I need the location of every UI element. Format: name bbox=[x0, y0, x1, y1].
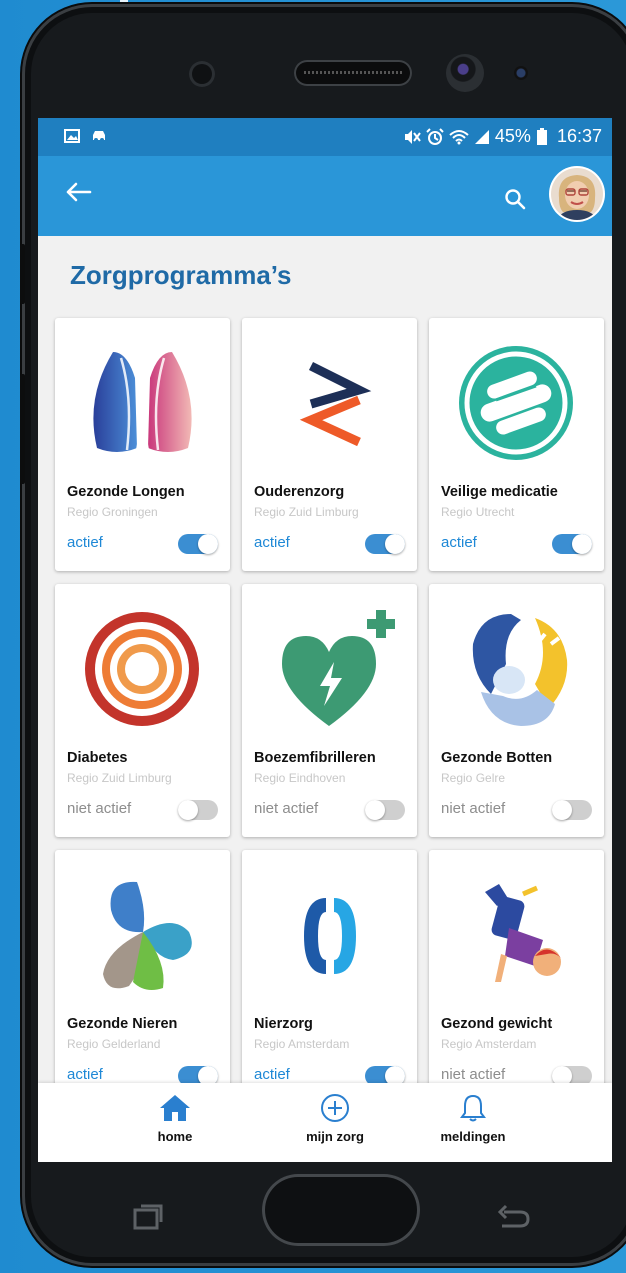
nav-label: home bbox=[157, 1129, 193, 1144]
program-card-diabetes[interactable]: Diabetes Regio Zuid Limburg niet actief bbox=[55, 584, 230, 837]
program-toggle[interactable] bbox=[365, 800, 405, 820]
user-avatar-icon bbox=[551, 168, 603, 220]
program-region: Regio Amsterdam bbox=[441, 1037, 537, 1051]
program-status: actief bbox=[254, 1066, 290, 1083]
status-left-icons bbox=[64, 127, 108, 145]
toggle-knob bbox=[385, 534, 405, 554]
program-title: Diabetes bbox=[67, 750, 128, 766]
program-status: niet actief bbox=[441, 800, 506, 817]
program-card-gezonde-nieren[interactable]: Gezonde Nieren Regio Gelderland actief bbox=[55, 850, 230, 1103]
program-region: Regio Gelre bbox=[441, 771, 506, 785]
car-icon bbox=[93, 130, 106, 142]
app-bar bbox=[38, 156, 612, 236]
nav-label: meldingen bbox=[440, 1129, 506, 1144]
wifi-icon bbox=[449, 130, 469, 145]
program-title: Gezonde Botten bbox=[441, 750, 553, 766]
nav-home[interactable]: home bbox=[120, 1093, 230, 1144]
program-title: Boezemfibrilleren bbox=[254, 750, 376, 766]
volume-rocker[interactable] bbox=[20, 374, 25, 484]
signal-icon bbox=[474, 130, 489, 145]
toggle-knob bbox=[552, 800, 572, 820]
front-camera bbox=[446, 54, 484, 92]
image-icon bbox=[64, 128, 80, 143]
program-status: actief bbox=[254, 534, 290, 551]
target-icon bbox=[85, 612, 199, 726]
program-region: Regio Groningen bbox=[67, 505, 158, 519]
program-title: Gezonde Longen bbox=[67, 484, 185, 500]
program-title: Ouderenzorg bbox=[254, 484, 345, 500]
toggle-knob bbox=[198, 534, 218, 554]
earpiece-speaker bbox=[294, 60, 412, 86]
program-region: Regio Amsterdam bbox=[254, 1037, 350, 1051]
program-region: Regio Eindhoven bbox=[254, 771, 346, 785]
proximity-sensor bbox=[189, 61, 215, 87]
program-title: Veilige medicatie bbox=[441, 484, 558, 500]
toggle-knob bbox=[178, 800, 198, 820]
nav-mijn-zorg[interactable]: mijn zorg bbox=[280, 1093, 390, 1144]
program-status: actief bbox=[441, 534, 477, 551]
toggle-knob bbox=[365, 800, 385, 820]
home-icon bbox=[160, 1095, 190, 1121]
search-icon[interactable] bbox=[504, 188, 526, 210]
alarm-icon bbox=[426, 128, 444, 146]
program-status: niet actief bbox=[441, 1066, 506, 1083]
phone-screen: 45% 16:37 Zorgprogramma’s Gezonde Longen… bbox=[38, 118, 612, 1162]
recent-apps-icon[interactable] bbox=[131, 1202, 165, 1232]
program-status: actief bbox=[67, 1066, 103, 1083]
nav-meldingen[interactable]: meldingen bbox=[418, 1093, 528, 1144]
program-toggle[interactable] bbox=[552, 800, 592, 820]
lungs-icon bbox=[93, 352, 192, 452]
arrow-left-icon[interactable] bbox=[64, 178, 92, 206]
iris-sensor bbox=[514, 66, 528, 80]
program-title: Gezonde Nieren bbox=[67, 1016, 178, 1032]
plus-circle-icon bbox=[321, 1094, 349, 1122]
kidneys-icon bbox=[103, 881, 192, 990]
chevrons-icon bbox=[299, 361, 372, 447]
program-card-veilige-medicatie[interactable]: Veilige medicatie Regio Utrecht actief bbox=[429, 318, 604, 571]
program-toggle[interactable] bbox=[365, 534, 405, 554]
status-right: 45% 16:37 bbox=[403, 126, 602, 147]
pills-icon bbox=[459, 346, 573, 460]
battery-percent: 45% bbox=[494, 126, 531, 146]
program-title: Gezond gewicht bbox=[441, 1016, 553, 1032]
toggle-knob bbox=[572, 534, 592, 554]
bones-icon bbox=[472, 614, 568, 726]
program-card-gezonde-botten[interactable]: Gezonde Botten Regio Gelre niet actief bbox=[429, 584, 604, 837]
program-region: Regio Zuid Limburg bbox=[67, 771, 172, 785]
brackets-icon bbox=[304, 898, 356, 974]
volume-button[interactable] bbox=[20, 244, 25, 304]
program-region: Regio Zuid Limburg bbox=[254, 505, 359, 519]
program-toggle[interactable] bbox=[178, 534, 218, 554]
mute-icon bbox=[404, 130, 421, 145]
program-status: actief bbox=[67, 534, 103, 551]
bottom-nav: home mijn zorg meldingen bbox=[38, 1083, 612, 1162]
program-card-ouderenzorg[interactable]: Ouderenzorg Regio Zuid Limburg actief bbox=[242, 318, 417, 571]
program-toggle[interactable] bbox=[178, 800, 218, 820]
program-status: niet actief bbox=[254, 800, 319, 817]
clock: 16:37 bbox=[556, 126, 602, 146]
program-card-gezonde-longen[interactable]: Gezonde Longen Regio Groningen actief bbox=[55, 318, 230, 571]
battery-icon bbox=[536, 128, 547, 146]
program-title: Nierzorg bbox=[254, 1016, 313, 1032]
program-card-gezond-gewicht[interactable]: Gezond gewicht Regio Amsterdam niet acti… bbox=[429, 850, 604, 1103]
program-card-boezemfibrilleren[interactable]: Boezemfibrilleren Regio Eindhoven niet a… bbox=[242, 584, 417, 837]
bottom-bezel bbox=[38, 1162, 612, 1262]
bell-icon bbox=[460, 1094, 486, 1122]
program-card-nierzorg[interactable]: Nierzorg Regio Amsterdam actief bbox=[242, 850, 417, 1103]
page-title: Zorgprogramma’s bbox=[70, 260, 292, 290]
status-bar: 45% 16:37 bbox=[38, 118, 612, 156]
heart-bolt-icon bbox=[282, 610, 395, 726]
home-button[interactable] bbox=[262, 1174, 420, 1246]
nav-label: mijn zorg bbox=[306, 1129, 364, 1144]
program-region: Regio Utrecht bbox=[441, 505, 515, 519]
program-region: Regio Gelderland bbox=[67, 1037, 161, 1051]
program-toggle[interactable] bbox=[552, 534, 592, 554]
program-status: niet actief bbox=[67, 800, 132, 817]
avatar[interactable] bbox=[551, 168, 603, 220]
breakdancer-icon bbox=[485, 884, 561, 982]
back-key-icon[interactable] bbox=[496, 1204, 532, 1232]
